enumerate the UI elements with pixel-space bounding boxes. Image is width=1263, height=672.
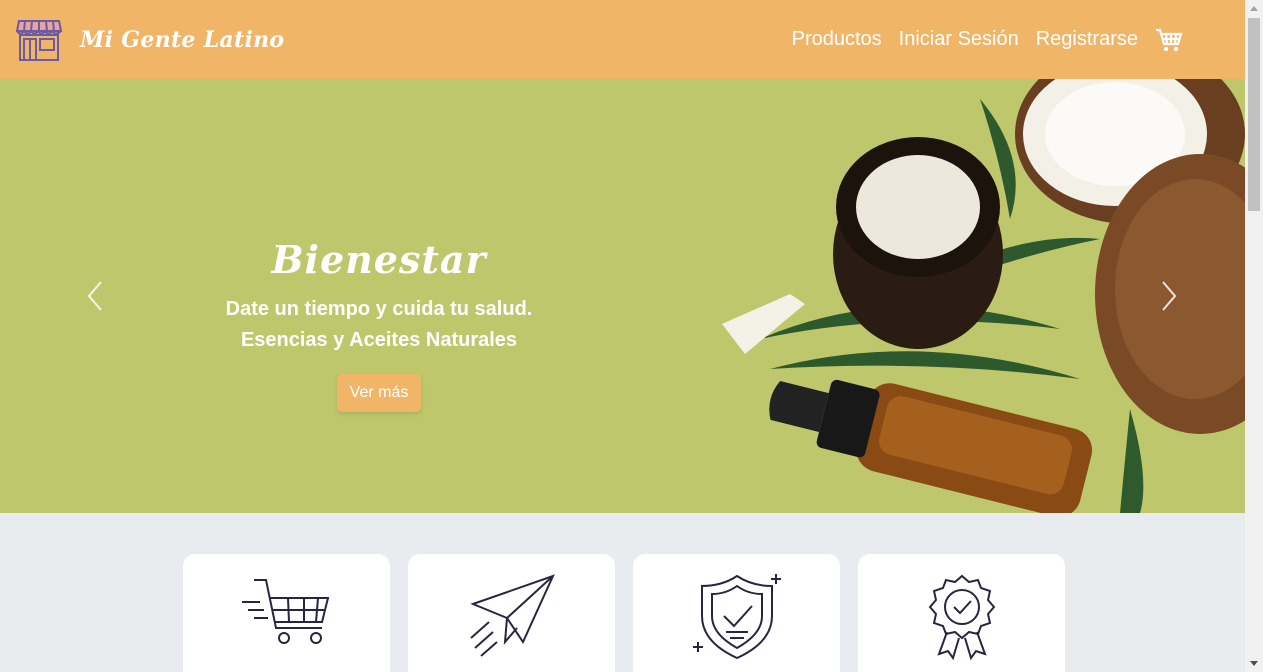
nav-productos[interactable]: Productos	[792, 28, 882, 51]
scroll-up-arrow[interactable]	[1250, 6, 1258, 11]
hero-line-1: Date un tiempo y cuida tu salud.	[225, 298, 533, 320]
scroll-thumb[interactable]	[1248, 18, 1260, 211]
features-row	[183, 554, 1065, 672]
feature-card	[408, 554, 615, 672]
chevron-right-icon[interactable]	[1156, 279, 1180, 313]
shopping-cart-icon[interactable]	[1155, 27, 1183, 53]
feature-card	[183, 554, 390, 672]
quality-badge-icon	[928, 574, 995, 661]
page-scrollbar[interactable]	[1245, 0, 1263, 672]
main-nav: Productos Iniciar Sesión Registrarse	[792, 0, 1183, 79]
feature-card	[633, 554, 840, 672]
nav-registrarse[interactable]: Registrarse	[1036, 28, 1138, 51]
hero-title: Bienestar	[271, 237, 487, 282]
ver-mas-button[interactable]: Ver más	[336, 374, 422, 412]
shield-check-icon	[692, 574, 781, 660]
hero-caption: Bienestar Date un tiempo y cuida tu salu…	[160, 237, 598, 412]
paper-plane-icon	[469, 574, 555, 657]
nav-iniciar-sesion[interactable]: Iniciar Sesión	[899, 28, 1019, 51]
hero-carousel: Bienestar Date un tiempo y cuida tu salu…	[0, 79, 1245, 513]
navbar: Mi Gente Latino Productos Iniciar Sesión…	[0, 0, 1245, 79]
chevron-left-icon[interactable]	[84, 279, 108, 313]
hero-line-2: Esencias y Aceites Naturales	[240, 329, 518, 351]
scroll-down-arrow[interactable]	[1250, 661, 1258, 666]
hero-subtitle: Date un tiempo y cuida tu salud. Esencia…	[160, 294, 598, 356]
fast-cart-icon	[241, 579, 329, 644]
brand[interactable]: Mi Gente Latino	[16, 17, 284, 63]
brand-name: Mi Gente Latino	[80, 26, 285, 53]
feature-card	[858, 554, 1065, 672]
storefront-icon	[16, 19, 62, 61]
